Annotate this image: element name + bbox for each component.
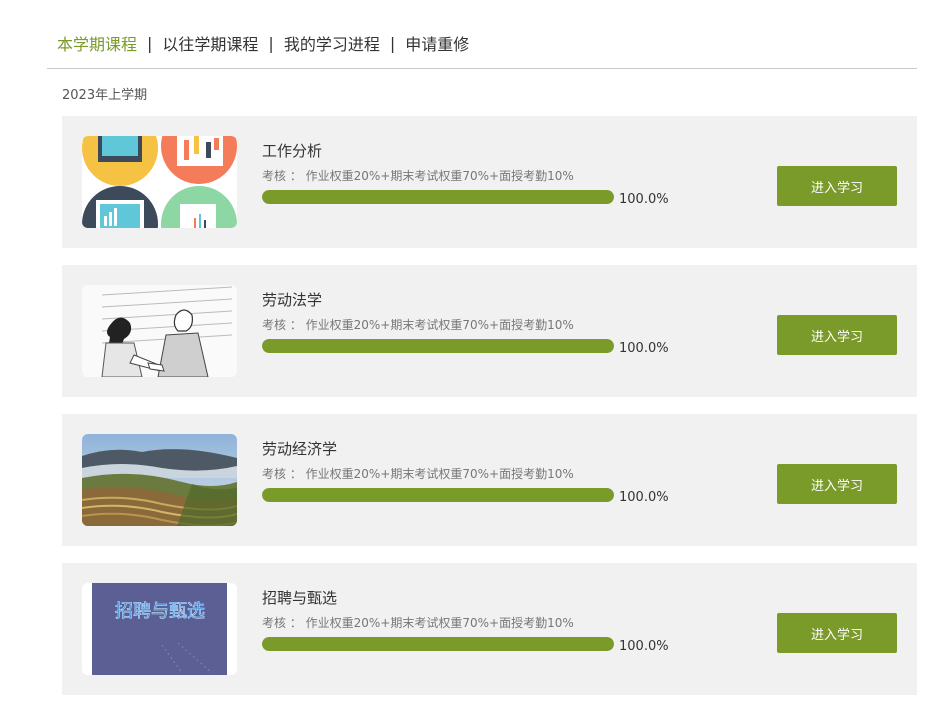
progress-bar xyxy=(262,339,614,353)
course-card: 招聘与甄选 招聘与甄选 考核 ： 作业权重20%+期末考试权重70%+面授考勤1… xyxy=(62,563,917,695)
enter-study-button[interactable]: 进入学习 xyxy=(777,613,897,653)
progress-bar xyxy=(262,637,614,651)
tab-apply-retake[interactable]: 申请重修 xyxy=(405,31,469,55)
tab-separator: | xyxy=(389,33,396,53)
tab-learning-progress[interactable]: 我的学习进程 xyxy=(284,31,380,55)
progress-percent: 100.0% xyxy=(619,341,669,356)
progress-percent: 100.0% xyxy=(619,192,669,207)
course-thumbnail-handshake[interactable] xyxy=(82,285,237,377)
course-card: 劳动经济学 考核 ： 作业权重20%+期末考试权重70%+面授考勤10% 100… xyxy=(62,414,917,546)
term-label: 2023年上学期 xyxy=(62,88,148,103)
enter-study-button[interactable]: 进入学习 xyxy=(777,166,897,206)
course-thumbnail-terraces[interactable] xyxy=(82,434,237,526)
enter-study-button[interactable]: 进入学习 xyxy=(777,315,897,355)
tab-current-semester[interactable]: 本学期课程 xyxy=(57,31,137,55)
course-card: 劳动法学 考核 ： 作业权重20%+期末考试权重70%+面授考勤10% 100.… xyxy=(62,265,917,397)
header-divider xyxy=(47,68,917,69)
course-assessment: 考核 ： 作业权重20%+期末考试权重70%+面授考勤10% xyxy=(262,318,574,332)
course-title[interactable]: 工作分析 xyxy=(262,140,322,161)
recruitment-thumbnail-text: 招聘与甄选 xyxy=(115,601,205,622)
course-assessment: 考核 ： 作业权重20%+期末考试权重70%+面授考勤10% xyxy=(262,467,574,481)
enter-study-button[interactable]: 进入学习 xyxy=(777,464,897,504)
progress-percent: 100.0% xyxy=(619,639,669,654)
course-assessment: 考核 ： 作业权重20%+期末考试权重70%+面授考勤10% xyxy=(262,169,574,183)
course-card: 工作分析 考核 ： 作业权重20%+期末考试权重70%+面授考勤10% 100.… xyxy=(62,116,917,248)
progress-bar xyxy=(262,488,614,502)
course-title[interactable]: 劳动法学 xyxy=(262,289,322,310)
tab-past-semesters[interactable]: 以往学期课程 xyxy=(162,31,258,55)
course-thumbnail-analytics[interactable] xyxy=(82,136,237,228)
course-title[interactable]: 招聘与甄选 xyxy=(262,587,337,608)
tab-separator: | xyxy=(268,33,274,53)
progress-fill xyxy=(262,637,614,651)
tab-separator: | xyxy=(147,33,153,53)
course-thumbnail-recruitment[interactable]: 招聘与甄选 xyxy=(82,583,237,675)
course-assessment: 考核 ： 作业权重20%+期末考试权重70%+面授考勤10% xyxy=(262,616,574,630)
semester-tabs: 本学期课程 | 以往学期课程 | 我的学习进程 | 申请重修 xyxy=(57,31,469,55)
progress-fill xyxy=(262,190,614,204)
progress-fill xyxy=(262,339,614,353)
course-title[interactable]: 劳动经济学 xyxy=(262,438,337,459)
progress-bar xyxy=(262,190,614,204)
progress-percent: 100.0% xyxy=(619,490,669,505)
progress-fill xyxy=(262,488,614,502)
